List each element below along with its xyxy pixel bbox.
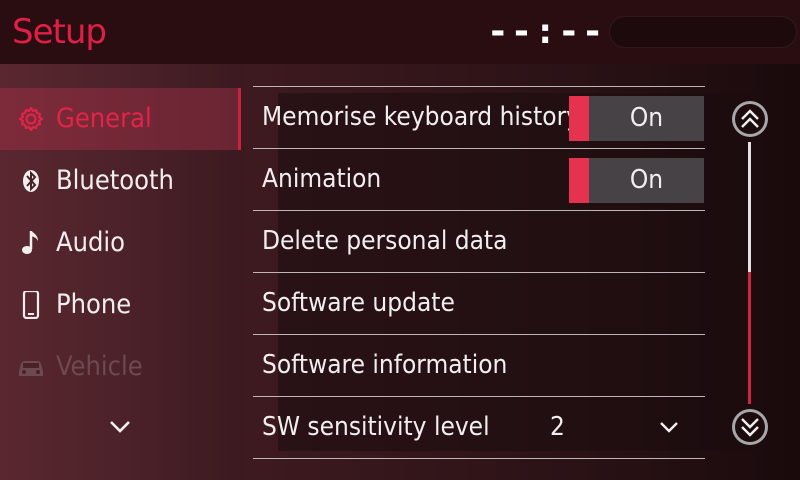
- scroll-up-button[interactable]: [732, 101, 768, 137]
- toggle-indicator: [569, 96, 589, 141]
- sensitivity-value: 2: [550, 412, 565, 442]
- sidebar-item-label: Audio: [56, 227, 126, 258]
- scroll-down-button[interactable]: [732, 409, 768, 445]
- toggle-state: On: [629, 103, 664, 133]
- sidebar-item-phone[interactable]: Phone: [0, 274, 238, 336]
- toggle-indicator: [569, 158, 589, 203]
- setting-label: Memorise keyboard history: [262, 102, 581, 132]
- setting-row-sw-sensitivity[interactable]: SW sensitivity level 2: [253, 396, 705, 457]
- status-pill: [609, 16, 797, 48]
- row-divider: [253, 458, 705, 459]
- gear-icon: [18, 106, 44, 132]
- clock-display: --:--: [487, 11, 606, 52]
- sidebar-item-label: Bluetooth: [56, 165, 174, 196]
- toggle-state: On: [629, 165, 664, 195]
- double-chevron-down-icon: [735, 412, 765, 442]
- sidebar-item-label: General: [56, 103, 152, 134]
- sidebar: General Bluetooth Audio Phone Vehicle: [0, 64, 244, 480]
- chevron-down-icon[interactable]: [657, 415, 681, 439]
- setting-label: Delete personal data: [262, 226, 508, 256]
- sidebar-item-label: Phone: [56, 289, 132, 320]
- setting-row-delete-personal-data[interactable]: Delete personal data: [253, 210, 705, 271]
- setting-row-software-update[interactable]: Software update: [253, 272, 705, 333]
- setting-row-animation[interactable]: Animation On: [253, 148, 705, 209]
- bluetooth-icon: [23, 170, 39, 192]
- double-chevron-up-icon: [735, 104, 765, 134]
- music-note-icon: [22, 231, 38, 254]
- setting-label: Software update: [262, 288, 455, 318]
- toggle-switch[interactable]: On: [569, 158, 704, 203]
- sidebar-item-vehicle[interactable]: Vehicle: [0, 336, 238, 398]
- sidebar-item-audio[interactable]: Audio: [0, 212, 238, 274]
- car-icon: [19, 361, 43, 376]
- scrollbar-thumb[interactable]: [748, 272, 751, 404]
- setting-row-keyboard-history[interactable]: Memorise keyboard history On: [253, 86, 705, 147]
- phone-icon: [22, 291, 40, 319]
- sidebar-item-general[interactable]: General: [0, 88, 241, 150]
- sidebar-item-bluetooth[interactable]: Bluetooth: [0, 150, 238, 212]
- page-title: Setup: [12, 12, 107, 52]
- setting-label: SW sensitivity level: [262, 412, 490, 442]
- toggle-switch[interactable]: On: [569, 96, 704, 141]
- header-bar: Setup --:--: [0, 0, 800, 64]
- setting-label: Animation: [262, 164, 382, 194]
- setting-label: Software information: [262, 350, 508, 380]
- chevron-down-icon[interactable]: [104, 411, 136, 443]
- setting-row-software-information[interactable]: Software information: [253, 334, 705, 395]
- sidebar-item-label: Vehicle: [56, 351, 143, 382]
